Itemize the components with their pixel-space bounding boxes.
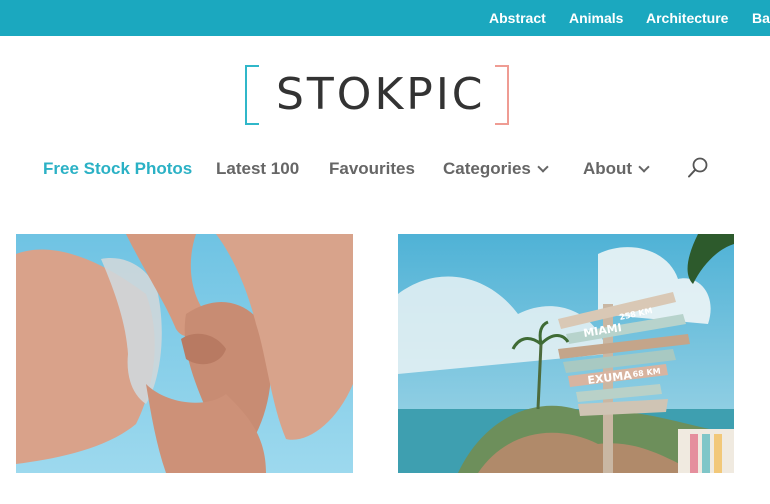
site-logo[interactable]: STOKPIC <box>242 63 512 129</box>
nav-categories[interactable]: Categories <box>443 159 549 179</box>
logo-right-bracket <box>495 65 509 125</box>
nav-favourites[interactable]: Favourites <box>329 159 415 179</box>
photo-thumbnail-people-sky[interactable] <box>16 234 353 473</box>
nav-categories-label: Categories <box>443 159 531 178</box>
topbar-link-truncated[interactable]: Ba <box>752 10 770 26</box>
logo-left-bracket <box>245 65 259 125</box>
chevron-down-icon <box>638 161 650 173</box>
topbar-link-abstract[interactable]: Abstract <box>489 10 546 26</box>
nav-free-stock-photos[interactable]: Free Stock Photos <box>43 159 192 179</box>
nav-about-label: About <box>583 159 633 178</box>
nav-about[interactable]: About <box>583 159 650 179</box>
search-icon[interactable] <box>686 156 710 180</box>
top-category-bar: Abstract Animals Architecture Ba <box>0 0 770 36</box>
chevron-down-icon <box>537 161 549 173</box>
logo-text: STOKPIC <box>276 69 486 120</box>
nav-latest-100[interactable]: Latest 100 <box>216 159 299 179</box>
topbar-link-animals[interactable]: Animals <box>569 10 623 26</box>
photo-thumbnail-beach-signpost[interactable]: MIAMI 258 KM EXUMA 68 KM <box>398 234 734 473</box>
topbar-link-architecture[interactable]: Architecture <box>646 10 728 26</box>
